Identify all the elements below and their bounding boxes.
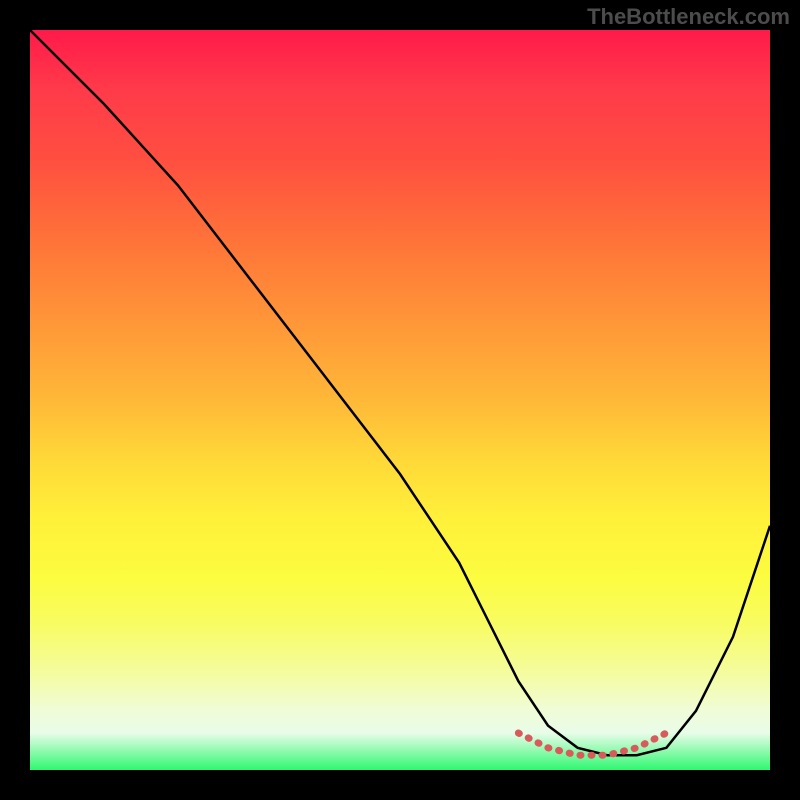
bottleneck-curve: [30, 30, 770, 755]
chart-frame: TheBottleneck.com: [0, 0, 800, 800]
plot-area: [30, 30, 770, 770]
curve-svg: [30, 30, 770, 770]
valley-highlight: [518, 733, 666, 755]
watermark-text: TheBottleneck.com: [587, 4, 790, 30]
